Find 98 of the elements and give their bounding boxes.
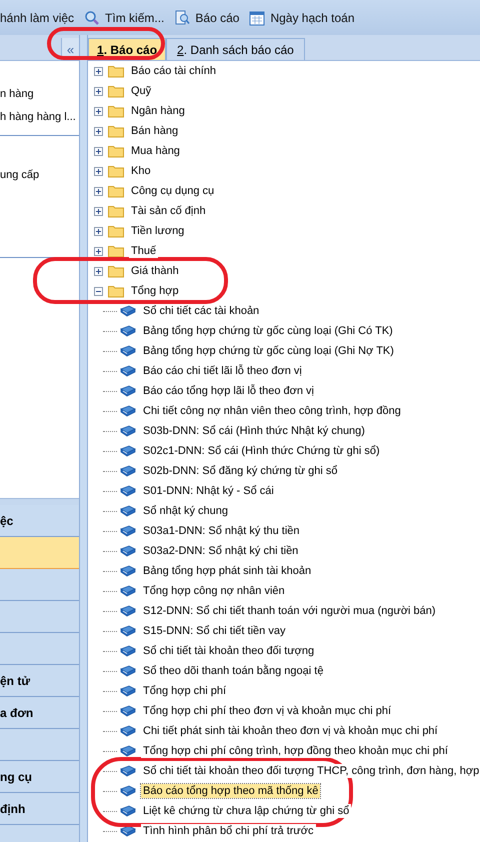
book-icon bbox=[120, 825, 136, 837]
tree-item[interactable]: Liệt kê chứng từ chưa lập chứng từ ghi sổ bbox=[141, 804, 352, 818]
folder-icon bbox=[108, 244, 124, 258]
expand-icon[interactable] bbox=[94, 86, 103, 96]
book-icon bbox=[120, 385, 136, 397]
book-icon bbox=[120, 505, 136, 517]
document-magnifier-icon bbox=[174, 10, 190, 26]
splitter-handle[interactable] bbox=[0, 498, 79, 505]
book-icon bbox=[120, 765, 136, 777]
collapse-icon[interactable] bbox=[94, 286, 103, 296]
tree-item[interactable]: S01-DNN: Nhật ký - Sổ cái bbox=[141, 484, 276, 498]
book-icon bbox=[120, 405, 136, 417]
expand-icon[interactable] bbox=[94, 66, 103, 76]
tree-item[interactable]: Báo cáo tổng hợp theo mã thống kê bbox=[141, 784, 320, 798]
tree-item[interactable]: Tiền lương bbox=[129, 224, 186, 238]
tree-item[interactable]: Sổ theo dõi thanh toán bằng ngoại tệ bbox=[141, 664, 326, 678]
tree-item[interactable]: Ngân hàng bbox=[129, 104, 187, 118]
book-icon bbox=[120, 325, 136, 337]
expand-icon[interactable] bbox=[94, 186, 103, 196]
folder-icon bbox=[108, 164, 124, 178]
tree-item[interactable]: Bảng tổng hợp phát sinh tài khoản bbox=[141, 564, 314, 578]
tree-item[interactable]: Tài sản cố định bbox=[129, 204, 208, 218]
tree-item[interactable]: Tổng hợp công nợ nhân viên bbox=[141, 584, 287, 598]
tree-item[interactable]: Quỹ bbox=[129, 84, 154, 98]
tree-item[interactable]: Tổng hợp chi phí theo đơn vị và khoản mục chi phí bbox=[141, 704, 394, 718]
book-icon bbox=[120, 545, 136, 557]
expand-icon[interactable] bbox=[94, 246, 103, 256]
tree-item[interactable]: S03a2-DNN: Sổ nhật ký chi tiền bbox=[141, 544, 300, 558]
folder-icon bbox=[108, 264, 124, 278]
book-icon bbox=[120, 785, 136, 797]
toolbar-button[interactable]: Ngày hạch toán bbox=[247, 8, 356, 28]
folder-icon bbox=[108, 84, 124, 98]
tree-item[interactable]: Sổ chi tiết tài khoản theo đối tượng THCP, công trình, đơn hàng, hợp bbox=[141, 764, 480, 778]
book-icon bbox=[120, 465, 136, 477]
book-icon bbox=[120, 425, 136, 437]
tree-item[interactable]: Sổ chi tiết tài khoản theo đối tượng bbox=[141, 644, 316, 658]
book-icon bbox=[120, 645, 136, 657]
folder-icon bbox=[108, 64, 124, 78]
tree-item[interactable]: Báo cáo tổng hợp lãi lỗ theo đơn vị bbox=[141, 384, 316, 398]
folder-icon bbox=[108, 104, 124, 118]
tree-item[interactable]: Thuế bbox=[129, 244, 158, 258]
tab[interactable]: 2. Danh sách báo cáo bbox=[166, 38, 305, 60]
book-icon bbox=[120, 745, 136, 757]
tree-item[interactable]: Tổng hợp chi phí bbox=[141, 684, 228, 698]
expand-icon[interactable] bbox=[94, 106, 103, 116]
folder-icon bbox=[108, 284, 124, 298]
list-item[interactable]: ung cấp bbox=[0, 164, 79, 187]
tree-item[interactable]: S12-DNN: Sổ chi tiết thanh toán với người mua (người bán) bbox=[141, 604, 438, 618]
book-icon bbox=[120, 685, 136, 697]
tree-item[interactable]: S03a1-DNN: Sổ nhật ký thu tiền bbox=[141, 524, 302, 538]
book-icon bbox=[120, 605, 136, 617]
tree-item[interactable]: Bảng tổng hợp chứng từ gốc cùng loại (Ghi Có TK) bbox=[141, 324, 395, 338]
book-icon bbox=[120, 805, 136, 817]
folder-icon bbox=[108, 184, 124, 198]
tree-item[interactable]: Bán hàng bbox=[129, 124, 180, 138]
book-icon bbox=[120, 485, 136, 497]
expand-icon[interactable] bbox=[94, 126, 103, 136]
toolbar-button[interactable]: Tìm kiếm... bbox=[82, 8, 166, 28]
tree-item[interactable]: Báo cáo chi tiết lãi lỗ theo đơn vị bbox=[141, 364, 304, 378]
folder-icon bbox=[108, 224, 124, 238]
toolbar-button[interactable]: Báo cáo bbox=[172, 8, 242, 28]
tree-item[interactable]: Mua hàng bbox=[129, 144, 182, 158]
tree-item[interactable]: Tình hình phân bổ chi phí trả trước bbox=[141, 824, 316, 838]
tree-item[interactable]: S03b-DNN: Sổ cái (Hình thức Nhật ký chung) bbox=[141, 424, 367, 438]
expand-icon[interactable] bbox=[94, 146, 103, 156]
folder-icon bbox=[108, 204, 124, 218]
book-icon bbox=[120, 585, 136, 597]
list-item[interactable]: n hàng bbox=[0, 83, 79, 106]
expand-icon[interactable] bbox=[94, 266, 103, 276]
tree-item[interactable]: Tổng hợp bbox=[129, 284, 181, 298]
calendar-icon bbox=[249, 10, 266, 26]
book-icon bbox=[120, 705, 136, 717]
book-icon bbox=[120, 365, 136, 377]
tree-item[interactable]: Bảng tổng hợp chứng từ gốc cùng loại (Ghi Nợ TK) bbox=[141, 344, 396, 358]
expand-icon[interactable] bbox=[94, 206, 103, 216]
tree-item[interactable]: Sổ nhật ký chung bbox=[141, 504, 230, 518]
tree-item[interactable]: S02b-DNN: Sổ đăng ký chứng từ ghi sổ bbox=[141, 464, 340, 478]
folder-icon bbox=[108, 144, 124, 158]
book-icon bbox=[120, 305, 136, 317]
book-icon bbox=[120, 625, 136, 637]
tree-item[interactable]: Chi tiết công nợ nhân viên theo công trình, hợp đồng bbox=[141, 404, 403, 418]
book-icon bbox=[120, 665, 136, 677]
list-item[interactable]: h hàng hàng l... bbox=[0, 106, 79, 129]
book-icon bbox=[120, 725, 136, 737]
tree-item[interactable]: S15-DNN: Sổ chi tiết tiền vay bbox=[141, 624, 288, 638]
book-icon bbox=[120, 445, 136, 457]
tree-item[interactable]: Chi tiết phát sinh tài khoản theo đơn vị và khoản mục chi phí bbox=[141, 724, 440, 738]
expand-icon[interactable] bbox=[94, 226, 103, 236]
tree-item[interactable]: Tổng hợp chi phí công trình, hợp đồng theo khoản mục chi phí bbox=[141, 744, 450, 758]
tree-item[interactable]: S02c1-DNN: Sổ cái (Hình thức Chứng từ ghi sổ) bbox=[141, 444, 382, 458]
book-icon bbox=[120, 565, 136, 577]
expand-icon[interactable] bbox=[94, 166, 103, 176]
tree-item[interactable]: Công cụ dụng cụ bbox=[129, 184, 216, 198]
toolbar-button[interactable]: hánh làm việc bbox=[0, 8, 76, 28]
book-icon bbox=[120, 345, 136, 357]
book-icon bbox=[120, 525, 136, 537]
folder-icon bbox=[108, 124, 124, 138]
search-icon bbox=[84, 10, 100, 26]
